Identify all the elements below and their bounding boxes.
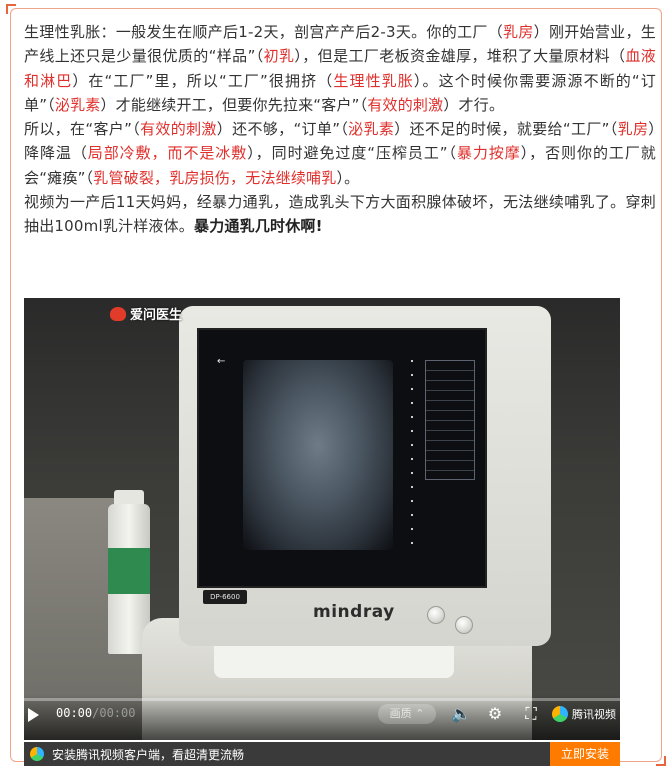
ultrasound-image <box>243 360 393 550</box>
paragraph-physiological-engorgement: 生理性乳胀：一般发生在顺产后1-2天，剖宫产产后2-3天。你的工厂（乳房）刚开始… <box>24 20 656 117</box>
video-player[interactable]: ← DP-6600 mindray 爱问医生 00:00/00:00 画质 ⌃ … <box>24 298 620 740</box>
video-progress-bar[interactable] <box>24 698 620 701</box>
highlighted-term: 生理性乳胀 <box>333 71 414 90</box>
tencent-video-link[interactable]: 腾讯视频 <box>552 706 616 722</box>
device-knob-2 <box>455 616 473 634</box>
paragraph-text: ）才能继续开工，但要你先拉来“客户”（ <box>100 95 368 114</box>
video-time: 00:00/00:00 <box>56 706 136 720</box>
aiwen-logo-icon <box>110 306 126 321</box>
paragraph-text: ）还不够，“订单”（ <box>216 120 349 139</box>
paragraph-text: ），同时避免过度“压榨员工”（ <box>247 144 457 163</box>
device-model-tag: DP-6600 <box>203 590 247 604</box>
highlighted-term: 泌乳素 <box>348 120 395 139</box>
frame-corner-top-left <box>6 4 16 14</box>
install-banner: 安装腾讯视频客户端，看超清更流畅 立即安装 <box>24 742 620 766</box>
video-caption-text: 视频为一产后11天妈妈，经暴力通乳，造成乳头下方大面积腺体破坏，无法继续哺乳了。… <box>24 193 656 236</box>
video-watermark-text: 爱问医生 <box>130 308 183 323</box>
video-controls: 00:00/00:00 画质 ⌃ 🔈 ⚙ ⛶ 腾讯视频 <box>24 694 620 740</box>
highlighted-term: 泌乳素 <box>54 95 101 114</box>
video-total-time: 00:00 <box>99 706 136 720</box>
paragraph-cooling-advice: 所以，在“客户”（有效的刺激）还不够，“订单”（泌乳素）还不足的时候，就要给“工… <box>24 117 656 190</box>
highlighted-term: 局部冷敷，而不是冰敷 <box>87 144 248 163</box>
paragraph-text: 生理性乳胀：一般发生在顺产后1-2天，剖宫产产后2-3天。你的工厂（ <box>24 23 504 41</box>
volume-icon[interactable]: 🔈 <box>450 704 472 724</box>
fullscreen-icon[interactable]: ⛶ <box>520 704 542 724</box>
tencent-video-logo-icon <box>552 706 568 722</box>
tencent-video-label: 腾讯视频 <box>572 708 616 721</box>
tencent-video-logo-icon <box>30 747 44 761</box>
ultrasound-monitor: ← DP-6600 mindray <box>179 306 551 646</box>
ultrasound-depth-scale <box>411 360 413 550</box>
highlighted-term: 乳房 <box>503 23 534 41</box>
device-brand-logo: mindray <box>313 602 395 622</box>
highlighted-term: 乳管破裂，乳房损伤，无法继续哺乳 <box>93 168 337 187</box>
paragraph-text: ）在“工厂”里，所以“工厂”很拥挤（ <box>72 71 334 90</box>
highlighted-term: 有效的刺激 <box>367 95 444 114</box>
frame-corner-bottom-right <box>656 756 666 766</box>
highlighted-term: 乳房 <box>617 120 649 139</box>
ultrasound-header-readout <box>209 338 479 352</box>
paragraph-text: 所以，在“客户”（ <box>24 120 141 139</box>
paragraph-text: ）还不足的时候，就要给“工厂”（ <box>394 120 618 139</box>
paragraph-text: ）才行。 <box>443 95 505 114</box>
device-knob-1 <box>427 606 445 624</box>
video-caption-emphasis: 暴力通乳几时休啊! <box>194 217 323 236</box>
install-now-button[interactable]: 立即安装 <box>550 742 620 766</box>
video-watermark: 爱问医生 <box>110 304 182 323</box>
highlighted-term: 有效的刺激 <box>140 120 217 139</box>
video-current-time: 00:00 <box>56 706 93 720</box>
ultrasound-side-menu <box>425 360 475 480</box>
gear-icon[interactable]: ⚙ <box>484 704 506 724</box>
ultrasound-screen: ← <box>197 328 487 588</box>
paragraph-video-caption: 视频为一产后11天妈妈，经暴力通乳，造成乳头下方大面积腺体破坏，无法继续哺乳了。… <box>24 190 656 239</box>
paragraph-text: ），但是工厂老板资金雄厚，堆积了大量原材料（ <box>294 47 626 66</box>
quality-label: 画质 <box>389 707 412 720</box>
install-banner-text: 安装腾讯视频客户端，看超清更流畅 <box>52 747 245 762</box>
highlighted-term: 暴力按摩 <box>456 144 521 163</box>
article-body: 生理性乳胀：一般发生在顺产后1-2天，剖宫产产后2-3天。你的工厂（乳房）刚开始… <box>24 20 656 239</box>
quality-button[interactable]: 画质 ⌃ <box>378 704 436 724</box>
ultrasound-arrow-icon: ← <box>217 356 226 367</box>
video-frame-bottle-label <box>108 548 150 594</box>
paragraph-text: ）。 <box>336 168 360 187</box>
highlighted-term: 初乳 <box>263 47 295 66</box>
play-icon[interactable] <box>28 708 39 722</box>
